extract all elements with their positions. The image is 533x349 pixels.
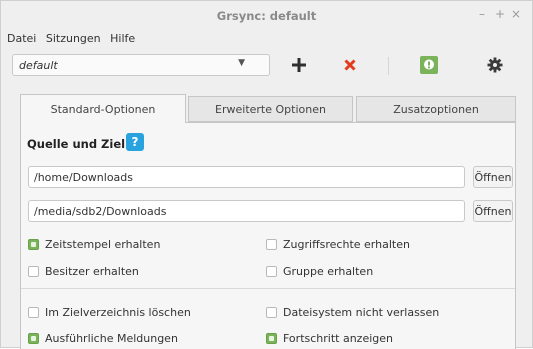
add-session-button[interactable] bbox=[284, 52, 314, 78]
session-value: default bbox=[19, 59, 58, 72]
add-session-icon bbox=[292, 58, 306, 72]
option-one-filesystem[interactable]: Dateisystem nicht verlassen bbox=[266, 306, 439, 319]
option-delete-dest[interactable]: Im Zielverzeichnis löschen bbox=[28, 306, 191, 319]
option-label: Zeitstempel erhalten bbox=[45, 238, 161, 251]
tab-zusatzoptionen[interactable]: Zusatzoptionen bbox=[356, 96, 516, 122]
standard-options-panel: Quelle und Ziel: ? /home/Downloads Öffne… bbox=[20, 122, 516, 349]
option-preserve-perms[interactable]: Zugriffsrechte erhalten bbox=[266, 238, 410, 251]
option-preserve-owner[interactable]: Besitzer erhalten bbox=[28, 265, 139, 278]
option-preserve-time[interactable]: Zeitstempel erhalten bbox=[28, 238, 160, 251]
options-tabs: Standard-Optionen Erweiterte Optionen Zu… bbox=[20, 94, 516, 123]
source-path-field[interactable]: /home/Downloads bbox=[28, 166, 465, 188]
destination-path-field[interactable]: /media/sdb2/Downloads bbox=[28, 200, 465, 222]
tab-erweiterte-optionen[interactable]: Erweiterte Optionen bbox=[188, 96, 353, 122]
simulate-button[interactable] bbox=[414, 52, 444, 78]
option-label: Dateisystem nicht verlassen bbox=[283, 306, 440, 319]
open-destination-button[interactable]: Öffnen bbox=[473, 200, 513, 222]
tab-standard-optionen[interactable]: Standard-Optionen bbox=[20, 94, 186, 123]
option-label: Zugriffsrechte erhalten bbox=[283, 238, 410, 251]
chevron-down-icon: ▼ bbox=[238, 58, 245, 68]
checkbox-unchecked[interactable] bbox=[266, 239, 277, 250]
source-destination-title: Quelle und Ziel: bbox=[27, 137, 130, 151]
title-bar: Grsync: default – + × Datei Sitzungen Hi… bbox=[1, 1, 532, 49]
option-label: Im Zielverzeichnis löschen bbox=[45, 306, 191, 319]
checkbox-checked[interactable] bbox=[28, 239, 39, 250]
option-label: Gruppe erhalten bbox=[283, 265, 374, 278]
option-label: Fortschritt anzeigen bbox=[283, 332, 393, 345]
menu-datei[interactable]: Datei bbox=[7, 32, 36, 45]
option-verbose[interactable]: Ausführliche Meldungen bbox=[28, 332, 178, 345]
app-window: Grsync: default – + × Datei Sitzungen Hi… bbox=[0, 0, 533, 349]
checkbox-checked[interactable] bbox=[28, 333, 39, 344]
menu-hilfe[interactable]: Hilfe bbox=[110, 32, 135, 45]
option-label: Ausführliche Meldungen bbox=[45, 332, 178, 345]
checkbox-unchecked[interactable] bbox=[266, 307, 277, 318]
simulate-icon bbox=[420, 56, 438, 74]
delete-session-button[interactable] bbox=[335, 52, 365, 78]
session-combobox[interactable]: default ▼ bbox=[12, 54, 270, 76]
menu-sitzungen[interactable]: Sitzungen bbox=[46, 32, 101, 45]
menu-bar: Datei Sitzungen Hilfe bbox=[7, 32, 141, 45]
window-title: Grsync: default bbox=[216, 9, 317, 23]
toolbar-separator bbox=[388, 57, 389, 75]
toolbar: default ▼ bbox=[1, 49, 532, 87]
close-button[interactable]: × bbox=[511, 7, 521, 21]
help-icon[interactable]: ? bbox=[126, 133, 144, 151]
option-show-progress[interactable]: Fortschritt anzeigen bbox=[266, 332, 393, 345]
option-preserve-group[interactable]: Gruppe erhalten bbox=[266, 265, 373, 278]
checkbox-unchecked[interactable] bbox=[28, 266, 39, 277]
checkbox-unchecked[interactable] bbox=[266, 266, 277, 277]
checkbox-checked[interactable] bbox=[266, 333, 277, 344]
checkbox-unchecked[interactable] bbox=[28, 307, 39, 318]
open-source-button[interactable]: Öffnen bbox=[473, 166, 513, 188]
minimize-button[interactable]: – bbox=[479, 7, 485, 21]
maximize-button[interactable]: + bbox=[495, 7, 505, 21]
delete-session-icon bbox=[344, 59, 356, 71]
settings-button[interactable] bbox=[480, 52, 510, 78]
options-divider bbox=[21, 288, 515, 289]
settings-gear-icon bbox=[487, 57, 503, 73]
option-label: Besitzer erhalten bbox=[45, 265, 139, 278]
